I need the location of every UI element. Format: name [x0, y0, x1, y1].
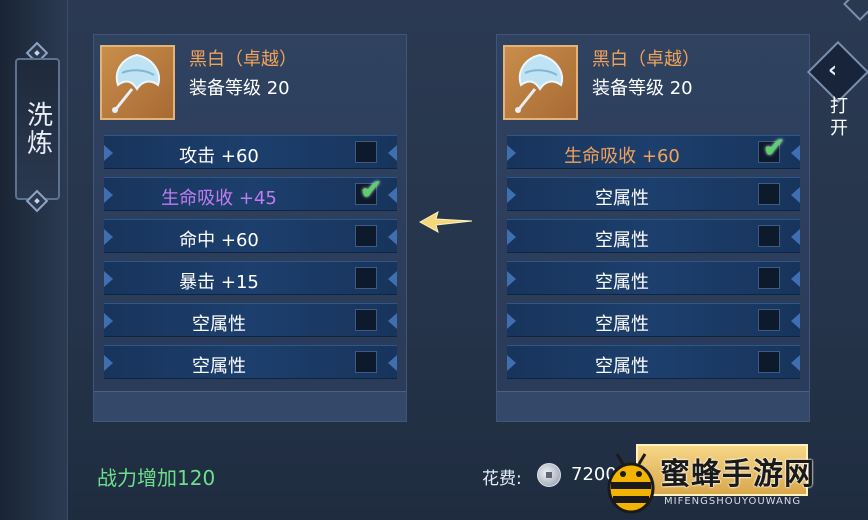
- item-level: 装备等级 20: [592, 78, 693, 99]
- umbrella-icon: [515, 53, 563, 113]
- attribute-label: 攻击 +60: [179, 146, 259, 167]
- lock-checkbox[interactable]: [758, 225, 780, 247]
- umbrella-icon: [112, 53, 160, 113]
- attribute-row[interactable]: 空属性: [507, 261, 800, 295]
- attribute-label: 空属性: [595, 314, 649, 335]
- attribute-label: 空属性: [192, 314, 246, 335]
- attribute-label: 空属性: [595, 230, 649, 251]
- attribute-row[interactable]: 生命吸收 +45 ✔: [104, 173, 397, 211]
- panel-footer-band: [94, 391, 406, 421]
- item-icon[interactable]: [503, 45, 578, 120]
- attribute-row[interactable]: 空属性: [507, 345, 800, 379]
- open-button-label: 打开: [830, 96, 848, 139]
- lock-checkbox[interactable]: [355, 141, 377, 163]
- attribute-label: 空属性: [595, 272, 649, 293]
- lock-checkbox[interactable]: [758, 309, 780, 331]
- checkmark-icon: ✔: [762, 131, 786, 164]
- attribute-row[interactable]: 空属性: [507, 303, 800, 337]
- bee-logo-icon: [607, 453, 655, 514]
- attribute-row[interactable]: 命中 +60: [104, 219, 397, 253]
- transfer-arrow-icon: [418, 210, 473, 234]
- attribute-row[interactable]: 空属性: [104, 345, 397, 379]
- item-name: 黑白（卓越）: [189, 49, 297, 70]
- lock-checkbox[interactable]: [758, 351, 780, 373]
- attribute-label: 暴击 +15: [179, 272, 259, 293]
- attribute-label: 空属性: [595, 188, 649, 209]
- attribute-row[interactable]: 生命吸收 +60 ✔: [507, 131, 800, 169]
- attribute-label: 命中 +60: [179, 230, 259, 251]
- attribute-row[interactable]: 暴击 +15: [104, 261, 397, 295]
- lock-checkbox[interactable]: [758, 183, 780, 205]
- watermark-subtitle: MIFENGSHOUYOUWANG: [664, 496, 802, 507]
- attribute-row[interactable]: 空属性: [507, 177, 800, 211]
- chevron-left-icon: ‹: [828, 58, 838, 83]
- lock-checkbox[interactable]: [355, 225, 377, 247]
- attribute-row[interactable]: 空属性: [507, 219, 800, 253]
- attribute-row[interactable]: 攻击 +60: [104, 135, 397, 169]
- item-name: 黑白（卓越）: [592, 49, 700, 70]
- panel-footer-band: [497, 391, 809, 421]
- lock-checkbox[interactable]: [355, 309, 377, 331]
- lock-checkbox[interactable]: [758, 267, 780, 289]
- checkmark-icon: ✔: [359, 173, 383, 206]
- attribute-label: 生命吸收 +60: [564, 146, 680, 167]
- attribute-label: 生命吸收 +45: [161, 188, 277, 209]
- current-attributes-panel: 黑白（卓越） 装备等级 20 攻击 +60 生命吸收 +45 ✔ 命中 +60 …: [93, 34, 407, 422]
- lock-checkbox[interactable]: [355, 351, 377, 373]
- cost-label: 花费:: [482, 469, 522, 489]
- attribute-row[interactable]: 空属性: [104, 303, 397, 337]
- tab-wash[interactable]: 洗炼: [15, 58, 60, 200]
- watermark-title: 蜜蜂手游网: [660, 457, 815, 492]
- item-level: 装备等级 20: [189, 78, 290, 99]
- attribute-label: 空属性: [595, 356, 649, 377]
- item-icon[interactable]: [100, 45, 175, 120]
- power-increase-text: 战力增加120: [97, 466, 216, 490]
- new-attributes-panel: 黑白（卓越） 装备等级 20 生命吸收 +60 ✔ 空属性 空属性 空属性 空属…: [496, 34, 810, 422]
- lock-checkbox[interactable]: [355, 267, 377, 289]
- silver-coin-icon: [537, 463, 561, 487]
- attribute-label: 空属性: [192, 356, 246, 377]
